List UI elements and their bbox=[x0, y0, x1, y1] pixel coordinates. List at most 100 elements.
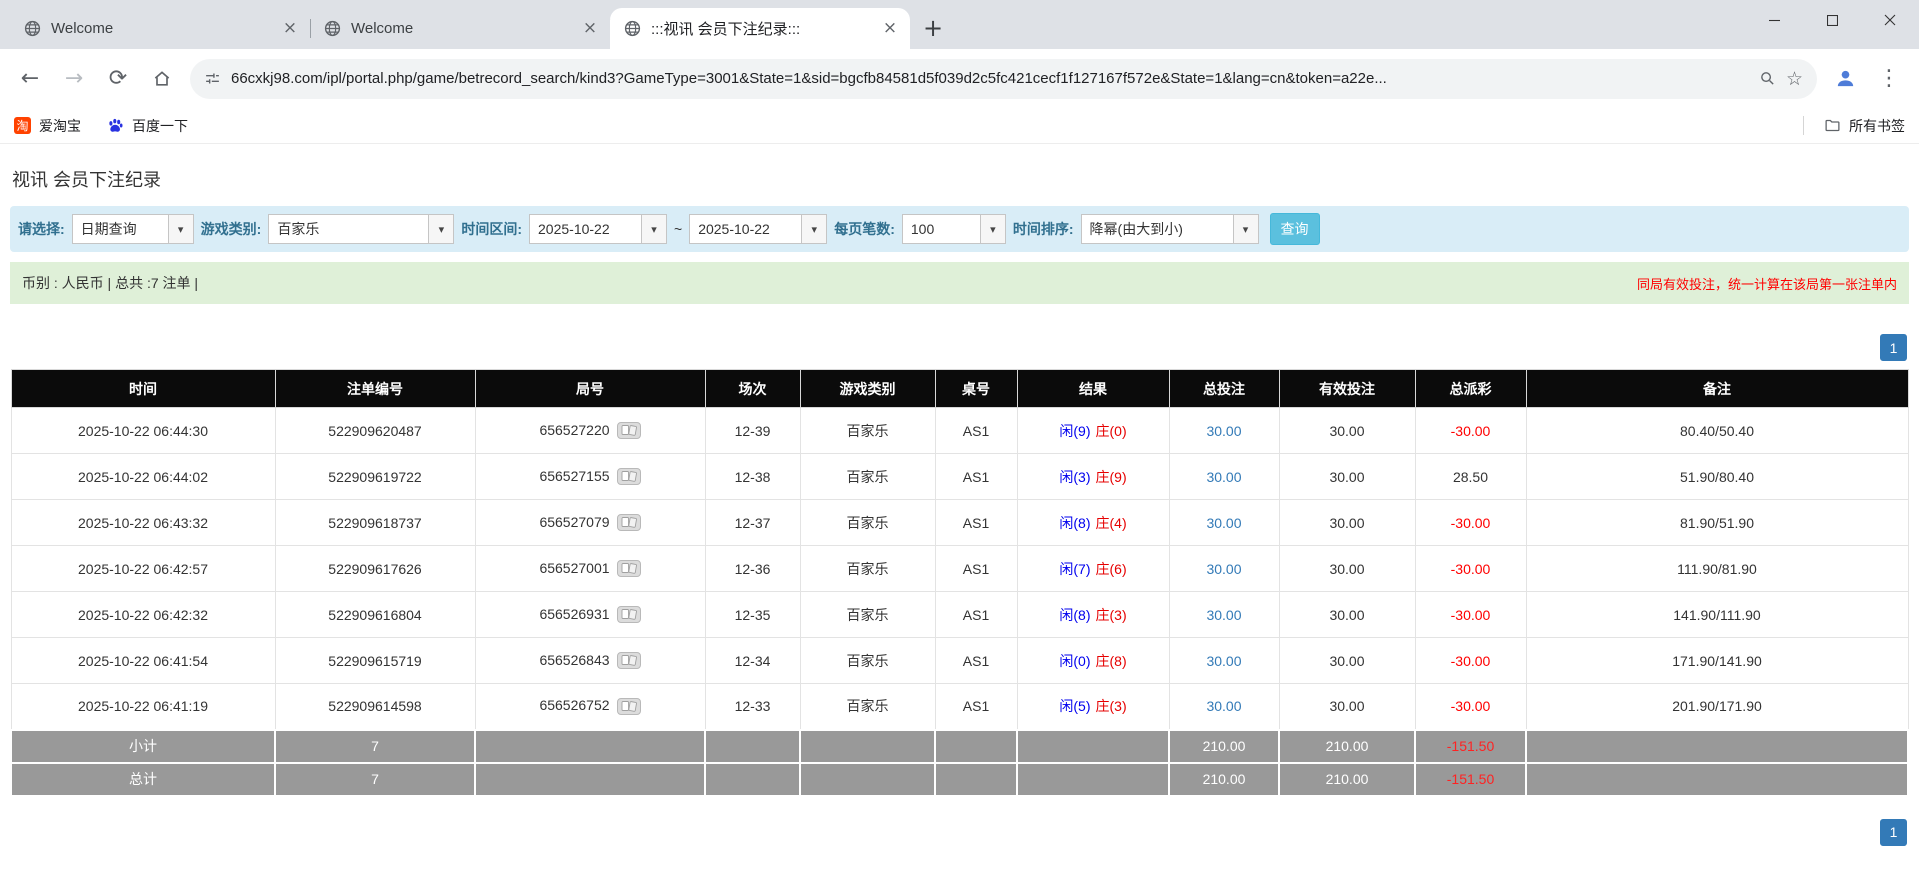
tab-close-icon[interactable]: × bbox=[280, 18, 300, 39]
info-notice-text: 同局有效投注，统一计算在该局第一张注单内 bbox=[1636, 276, 1897, 292]
total-bet-link[interactable]: 30.00 bbox=[1206, 607, 1241, 623]
round-detail-icon[interactable] bbox=[616, 560, 641, 578]
cell-result: 闲(0) 庄(8) bbox=[1016, 637, 1170, 684]
round-detail-icon[interactable] bbox=[616, 606, 641, 624]
per-page-combobox[interactable]: ▾ bbox=[901, 214, 1006, 244]
chevron-down-icon[interactable]: ▾ bbox=[801, 214, 828, 244]
date-from-input[interactable] bbox=[529, 214, 642, 244]
cell-result: 闲(7) 庄(6) bbox=[1016, 545, 1170, 592]
cell-table-no: AS1 bbox=[934, 453, 1018, 500]
all-bookmarks[interactable]: 所有书签 bbox=[1803, 116, 1905, 136]
cell-result: 闲(5) 庄(3) bbox=[1016, 683, 1170, 730]
cell-game-type: 百家乐 bbox=[799, 637, 936, 684]
cell-payout: -30.00 bbox=[1414, 545, 1527, 592]
bookmarks-bar: 淘 爱淘宝 百度一下 所有书签 bbox=[0, 108, 1919, 144]
forward-button[interactable]: → bbox=[54, 59, 94, 99]
maximize-button[interactable] bbox=[1803, 0, 1861, 40]
subtotal-row: 小计 7 210.00 210.00 -151.50 bbox=[10, 728, 1909, 764]
total-bet-link[interactable]: 30.00 bbox=[1206, 469, 1241, 485]
table-header-row: 时间 注单编号 局号 场次 游戏类别 桌号 结果 总投注 有效投注 总派彩 备注 bbox=[10, 369, 1909, 408]
menu-icon[interactable]: ⋮ bbox=[1869, 59, 1909, 99]
summary-cell bbox=[934, 761, 1018, 797]
home-button[interactable] bbox=[142, 59, 182, 99]
round-detail-icon[interactable] bbox=[616, 514, 641, 532]
cell-session: 12-39 bbox=[704, 407, 801, 454]
address-bar[interactable]: 66cxkj98.com/ipl/portal.php/game/betreco… bbox=[190, 58, 1817, 99]
query-type-input[interactable] bbox=[71, 214, 168, 244]
page-1-button[interactable]: 1 bbox=[1880, 818, 1907, 846]
minimize-button[interactable] bbox=[1745, 0, 1803, 40]
summary-cell: 7 bbox=[274, 761, 476, 797]
page-1-button[interactable]: 1 bbox=[1880, 334, 1907, 361]
site-settings-icon[interactable] bbox=[204, 70, 221, 87]
summary-cell bbox=[799, 761, 936, 797]
sort-combobox[interactable]: ▾ bbox=[1080, 214, 1259, 244]
date-to-combobox[interactable]: ▾ bbox=[689, 214, 828, 244]
chevron-down-icon[interactable]: ▾ bbox=[167, 214, 194, 244]
query-type-combobox[interactable]: ▾ bbox=[71, 214, 194, 244]
back-button[interactable]: ← bbox=[10, 59, 50, 99]
cell-bet-id: 522909618737 bbox=[274, 499, 476, 546]
tab-welcome-1[interactable]: Welcome × bbox=[10, 8, 311, 49]
tab-close-icon[interactable]: × bbox=[580, 18, 600, 39]
total-bet-link[interactable]: 30.00 bbox=[1206, 698, 1241, 714]
cell-table-no: AS1 bbox=[934, 499, 1018, 546]
bookmarks-separator bbox=[1803, 116, 1804, 135]
bookmark-taobao[interactable]: 淘 爱淘宝 bbox=[14, 116, 81, 136]
result-banker: 庄(6) bbox=[1095, 560, 1127, 577]
cell-valid-bet: 30.00 bbox=[1278, 545, 1416, 592]
close-button[interactable] bbox=[1861, 0, 1919, 40]
round-detail-icon[interactable] bbox=[616, 422, 641, 440]
bookmark-label: 百度一下 bbox=[132, 117, 188, 134]
round-id-text: 656527001 bbox=[539, 559, 610, 576]
tab-welcome-2[interactable]: Welcome × bbox=[310, 8, 611, 49]
game-type-combobox[interactable]: ▾ bbox=[268, 214, 455, 244]
total-bet-link[interactable]: 30.00 bbox=[1206, 515, 1241, 531]
column-header-total-bet: 总投注 bbox=[1168, 369, 1280, 408]
round-detail-icon[interactable] bbox=[616, 468, 641, 486]
bookmark-baidu[interactable]: 百度一下 bbox=[107, 116, 188, 136]
pagination-bottom: 1 bbox=[12, 818, 1907, 846]
search-button[interactable]: 查询 bbox=[1269, 213, 1320, 245]
total-bet-link[interactable]: 30.00 bbox=[1206, 653, 1241, 669]
round-detail-icon[interactable] bbox=[616, 698, 641, 716]
cell-session: 12-34 bbox=[704, 637, 801, 684]
tab-label: Welcome bbox=[351, 20, 414, 37]
tab-close-icon[interactable]: × bbox=[880, 18, 900, 39]
result-banker: 庄(3) bbox=[1095, 698, 1127, 715]
round-detail-icon[interactable] bbox=[616, 652, 641, 670]
cell-round-id: 656527155 bbox=[474, 453, 706, 500]
column-header-session: 场次 bbox=[704, 369, 801, 408]
all-bookmarks-label: 所有书签 bbox=[1849, 117, 1905, 134]
column-header-table-no: 桌号 bbox=[934, 369, 1018, 408]
cell-total-bet: 30.00 bbox=[1168, 591, 1280, 638]
cell-payout: -30.00 bbox=[1414, 591, 1527, 638]
chevron-down-icon[interactable]: ▾ bbox=[428, 214, 455, 244]
result-banker: 庄(3) bbox=[1095, 606, 1127, 623]
chevron-down-icon[interactable]: ▾ bbox=[1232, 214, 1259, 244]
column-header-time: 时间 bbox=[10, 369, 276, 408]
tab-bet-records[interactable]: :::视讯 会员下注纪录::: × bbox=[610, 8, 910, 49]
date-from-combobox[interactable]: ▾ bbox=[529, 214, 668, 244]
cell-time: 2025-10-22 06:43:32 bbox=[10, 499, 276, 546]
column-header-game-type: 游戏类别 bbox=[799, 369, 936, 408]
game-type-input[interactable] bbox=[268, 214, 429, 244]
date-to-input[interactable] bbox=[689, 214, 802, 244]
summary-cell bbox=[1525, 728, 1909, 764]
chevron-down-icon[interactable]: ▾ bbox=[979, 214, 1006, 244]
zoom-icon[interactable] bbox=[1759, 70, 1776, 87]
round-id-text: 656527155 bbox=[539, 467, 610, 484]
cell-total-bet: 30.00 bbox=[1168, 453, 1280, 500]
bookmark-star-icon[interactable]: ☆ bbox=[1786, 68, 1803, 90]
summary-cell: 210.00 bbox=[1278, 728, 1416, 764]
chevron-down-icon[interactable]: ▾ bbox=[641, 214, 668, 244]
refresh-button[interactable]: ⟳ bbox=[98, 59, 138, 99]
sort-input[interactable] bbox=[1080, 214, 1233, 244]
per-page-input[interactable] bbox=[901, 214, 980, 244]
column-header-payout: 总派彩 bbox=[1414, 369, 1527, 408]
total-bet-link[interactable]: 30.00 bbox=[1206, 561, 1241, 577]
profile-icon[interactable] bbox=[1825, 59, 1865, 99]
new-tab-button[interactable]: + bbox=[916, 11, 950, 45]
total-bet-link[interactable]: 30.00 bbox=[1206, 423, 1241, 439]
url-text[interactable]: 66cxkj98.com/ipl/portal.php/game/betreco… bbox=[231, 70, 1749, 87]
